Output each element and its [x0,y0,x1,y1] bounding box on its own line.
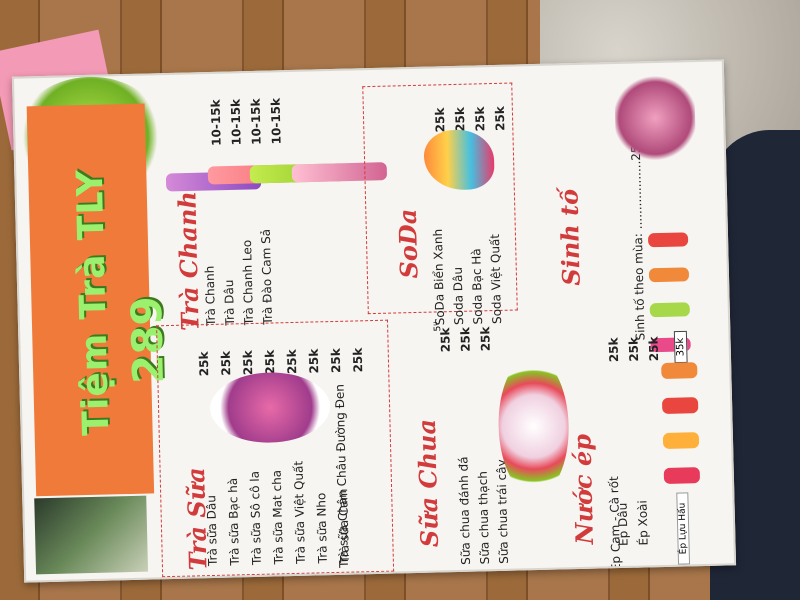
menu-price: 25k [478,326,493,352]
tra-chanh-title: Trà Chanh [172,190,205,332]
menu-price: 25k [328,348,344,374]
menu-item: Soda Dâu [450,266,467,326]
menu-item: Trà Dâu [221,279,238,326]
menu-item: Ép Dâu [615,502,631,547]
menu-price: 25k [240,350,256,376]
nuoc-ep-title: Nước ép [567,433,600,545]
handwritten-price-sticker: 35k [673,330,688,364]
menu-item: Trà Chanh [202,265,219,327]
menu-item: Sữa chua thạch [475,470,492,565]
drink-photo [34,495,149,575]
sua-chua-title: Sữa Chua [411,418,445,548]
menu-item: Soda Việt Quất [487,233,505,325]
handwritten-note: 5ᵁ [433,321,444,332]
menu-price: 25k [432,107,448,133]
menu-price: 25k [284,349,300,375]
menu-price: 10-15k [248,98,264,145]
menu-item: Soda Bạc Hà [469,248,486,325]
menu-price: 25k [218,350,234,376]
handwritten-sticker: Ép Lựu Hấu [676,492,691,565]
soda-title: SoDa [392,208,424,279]
shop-name: Tiệm Trà TLY [69,168,118,437]
menu-price: 25k [472,106,488,132]
menu-item: Trà Đào Cam Sả [258,228,276,325]
menu-card: Tiệm Trà TLY 289 Trà Chanh Trà Chanh Trà… [11,59,737,583]
menu-item: Sữa chua đánh đá [456,456,473,565]
menu-item: Ép Xoài [635,500,651,546]
shop-banner: Tiệm Trà TLY 289 [26,103,173,497]
menu-price: 10-15k [228,98,244,146]
menu-item: SoDa Biển Xanh [430,228,448,326]
menu-price: 25k [196,351,212,377]
menu-price: 10-15k [208,99,224,146]
menu-price: 25k [458,326,473,352]
menu-price: 25k [350,347,366,373]
sinh-to-title: Sinh tố [554,188,586,287]
menu-price: 25k [606,337,622,363]
smoothie-photo [614,72,697,165]
menu-price: 25k [626,336,642,362]
menu-price: 25k [452,106,468,133]
menu-price: 25k [306,348,322,374]
menu-price: 25k [646,336,662,362]
menu-price: 10-15k [268,97,284,145]
menu-item: Trà Chanh Leo [239,239,257,326]
menu-price: 25k [492,106,508,132]
menu-price: 25k [262,349,278,375]
